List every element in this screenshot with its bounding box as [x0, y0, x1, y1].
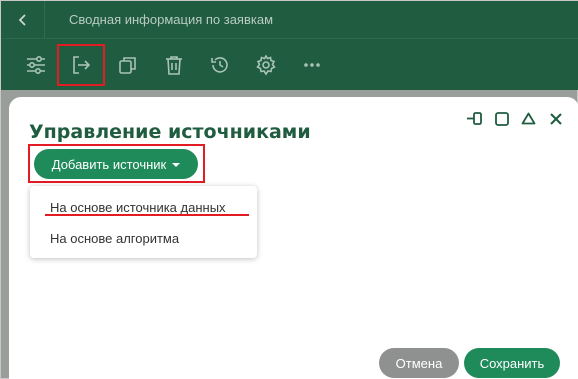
save-button[interactable]: Сохранить: [464, 348, 560, 378]
triangle-icon: [521, 112, 536, 125]
copy-icon: [119, 57, 136, 74]
trash-icon: [166, 56, 182, 75]
history-button[interactable]: [204, 49, 236, 81]
more-button[interactable]: [296, 49, 328, 81]
back-button[interactable]: [1, 1, 45, 38]
settings-button[interactable]: [250, 49, 282, 81]
pin-button[interactable]: [465, 109, 484, 128]
maximize-button[interactable]: [492, 109, 511, 128]
copy-button[interactable]: [112, 49, 144, 81]
delete-button[interactable]: [158, 49, 190, 81]
manage-sources-dialog: Управление источниками Добавить источник…: [9, 97, 578, 379]
title-bar: Сводная информация по заявкам: [1, 1, 578, 38]
square-icon: [494, 111, 509, 126]
dialog-title: Управление источниками: [29, 121, 311, 143]
sliders-icon: [27, 55, 45, 75]
settings-sliders-button[interactable]: [20, 49, 52, 81]
cancel-button[interactable]: Отмена: [379, 348, 459, 378]
more-icon: [304, 63, 320, 67]
collapse-button[interactable]: [519, 109, 538, 128]
menu-item-algorithm[interactable]: На основе алгоритма: [50, 231, 179, 246]
app-window: Сводная информация по заявкам Управление…: [0, 0, 578, 379]
add-source-menu: На основе источника данных На основе алг…: [30, 186, 257, 258]
menu-item-underline: [45, 214, 249, 216]
dialog-controls: [465, 109, 565, 128]
chevron-left-icon: [18, 13, 26, 26]
pin-icon: [467, 112, 482, 125]
page-title: Сводная информация по заявкам: [69, 12, 274, 27]
close-icon: [549, 112, 562, 125]
history-icon: [211, 57, 228, 73]
close-button[interactable]: [546, 109, 565, 128]
gear-icon: [256, 54, 276, 76]
add-source-highlight: [28, 144, 205, 183]
export-highlight: [57, 44, 105, 86]
menu-item-data-source[interactable]: На основе источника данных: [50, 200, 226, 215]
